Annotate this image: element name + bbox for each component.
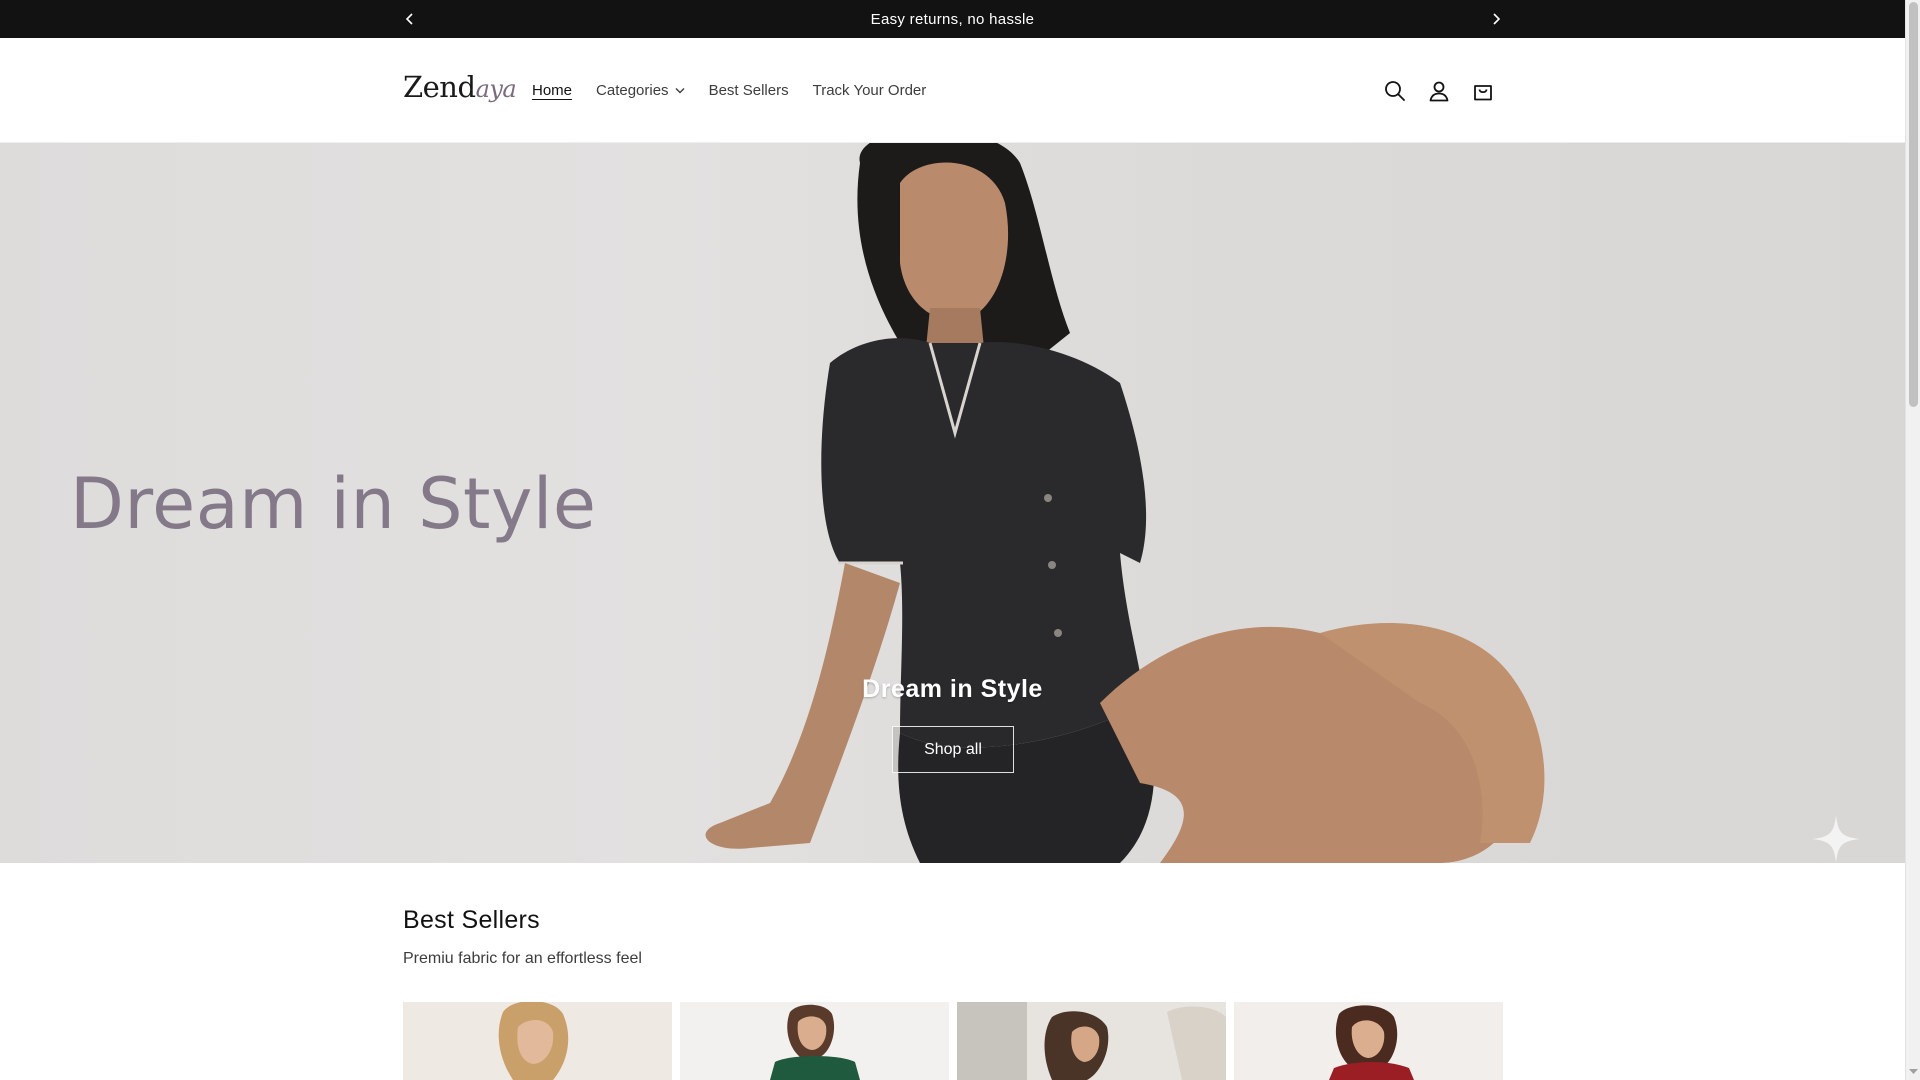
account-button[interactable] bbox=[1425, 77, 1453, 105]
search-button[interactable] bbox=[1381, 77, 1409, 105]
announcement-next-button[interactable] bbox=[1486, 9, 1506, 29]
nav-track-order[interactable]: Track Your Order bbox=[801, 82, 939, 99]
announcement-prev-button[interactable] bbox=[400, 9, 420, 29]
scrollbar-thumb[interactable] bbox=[1909, 2, 1918, 407]
logo-main: Zend bbox=[403, 70, 476, 104]
page-scrollbar[interactable] bbox=[1905, 0, 1920, 1080]
best-sellers-subtitle: Premiu fabric for an effortless feel bbox=[403, 950, 642, 967]
hero-background-title: Dream in Style bbox=[70, 463, 597, 545]
nav-best-sellers[interactable]: Best Sellers bbox=[697, 82, 801, 99]
scroll-down-arrow-icon[interactable] bbox=[1908, 1067, 1919, 1077]
nav-categories-label: Categories bbox=[596, 82, 669, 99]
nav-home-label: Home bbox=[532, 82, 573, 99]
nav-home[interactable]: Home bbox=[520, 82, 584, 99]
chevron-down-icon bbox=[675, 88, 685, 94]
cart-icon bbox=[1474, 84, 1492, 100]
nav-categories[interactable]: Categories bbox=[584, 82, 697, 99]
nav-best-sellers-label: Best Sellers bbox=[708, 82, 789, 99]
product-image bbox=[680, 1002, 949, 1080]
shop-all-button[interactable]: Shop all bbox=[892, 726, 1014, 773]
sparkle-icon bbox=[1812, 815, 1860, 863]
hero-banner: Dream in Style Dream in Style Shop all bbox=[0, 143, 1905, 863]
best-sellers-title: Best Sellers bbox=[403, 906, 540, 934]
main-nav: Home Categories Best Sellers Track Your … bbox=[520, 38, 938, 143]
chevron-right-icon bbox=[1493, 13, 1501, 25]
hero-title: Dream in Style bbox=[862, 675, 1043, 703]
site-header: Zendaya Home Categories Best Sellers Tra… bbox=[0, 38, 1905, 143]
logo-tail: aya bbox=[475, 75, 517, 103]
nav-track-order-label: Track Your Order bbox=[812, 82, 927, 99]
chevron-left-icon bbox=[405, 13, 413, 25]
product-card[interactable] bbox=[403, 1002, 672, 1080]
product-card[interactable] bbox=[680, 1002, 949, 1080]
site-logo[interactable]: Zendaya bbox=[403, 70, 517, 104]
product-card[interactable] bbox=[957, 1002, 1226, 1080]
header-icons bbox=[1381, 38, 1497, 143]
product-image bbox=[1234, 1002, 1503, 1080]
announcement-text: Easy returns, no hassle bbox=[870, 10, 1035, 28]
product-image bbox=[403, 1002, 672, 1080]
product-card[interactable] bbox=[1234, 1002, 1503, 1080]
product-grid bbox=[403, 1002, 1503, 1080]
product-image bbox=[957, 1002, 1226, 1080]
hero-model-image bbox=[705, 143, 1545, 863]
cart-button[interactable] bbox=[1469, 77, 1497, 105]
announcement-bar: Easy returns, no hassle bbox=[0, 0, 1905, 38]
account-icon bbox=[1429, 81, 1449, 101]
search-icon bbox=[1385, 80, 1405, 101]
